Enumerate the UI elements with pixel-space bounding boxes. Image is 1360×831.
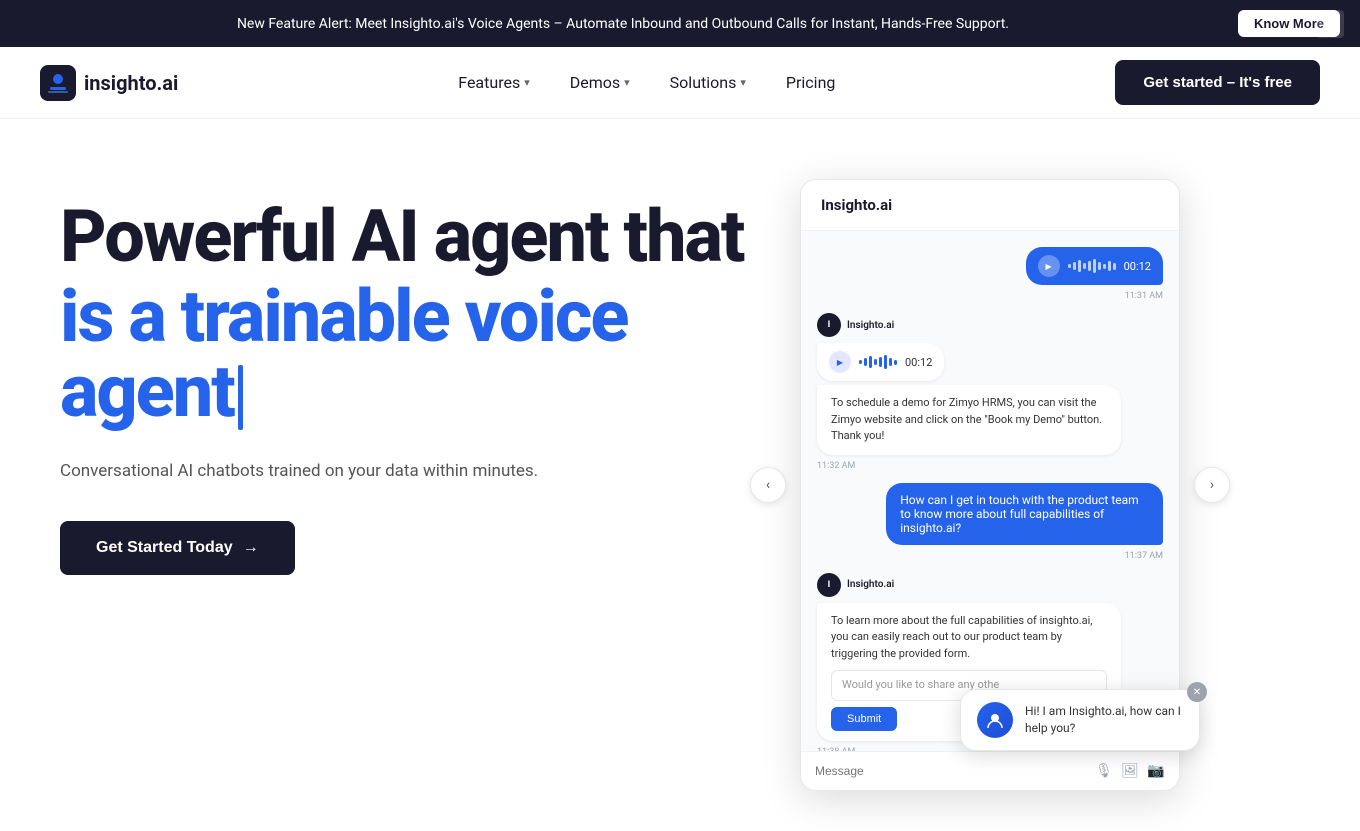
- bot-audio-bubble: ▶ 00:12: [817, 343, 944, 381]
- bot-avatar: I: [817, 313, 841, 337]
- hero-cta-button[interactable]: Get Started Today →: [60, 521, 295, 575]
- message-timestamp: 11:31 AM: [1125, 291, 1163, 301]
- bot-header: I Insighto.ai: [817, 313, 894, 337]
- microphone-icon[interactable]: 🎙: [1095, 762, 1113, 780]
- floating-chat-text: Hi! I am Insighto.ai, how can I help you…: [1025, 703, 1183, 737]
- cursor-bar: [238, 365, 243, 430]
- nav-features[interactable]: Features ▾: [442, 65, 545, 100]
- hero-right: ‹ › Insighto.ai ▶ 00:12 11:31 AM: [800, 179, 1180, 791]
- bot-message-text: To schedule a demo for Zimyo HRMS, you c…: [817, 385, 1121, 455]
- chevron-down-icon: ▾: [524, 76, 530, 89]
- message-row: I Insighto.ai ▶ 00:12 To schedule a demo…: [817, 313, 1163, 471]
- form-submit-button[interactable]: Submit: [831, 707, 897, 731]
- message-timestamp: 11:37 AM: [1125, 551, 1163, 561]
- chat-input[interactable]: [815, 764, 1087, 778]
- bot-avatar: I: [817, 573, 841, 597]
- audio-duration: 00:12: [905, 356, 932, 369]
- alert-banner: New Feature Alert: Meet Insighto.ai's Vo…: [0, 0, 1360, 47]
- message-timestamp: 11:32 AM: [817, 461, 855, 471]
- hero-dynamic-text: is a trainable voiceagent: [60, 274, 627, 435]
- chat-bot-avatar: [977, 702, 1013, 738]
- message-timestamp: 11:38 AM: [817, 747, 855, 752]
- chat-body: ▶ 00:12 11:31 AM I Insighto.ai: [801, 231, 1179, 751]
- bot-header: I Insighto.ai: [817, 573, 894, 597]
- image-icon[interactable]: 🖼: [1121, 762, 1139, 780]
- navbar: insighto.ai Features ▾ Demos ▾ Solutions…: [0, 47, 1360, 119]
- bot-name: Insighto.ai: [847, 320, 894, 331]
- audio-duration: 00:12: [1124, 260, 1151, 273]
- logo-icon: [40, 65, 76, 101]
- play-icon[interactable]: ▶: [829, 351, 851, 373]
- audio-waveform: [1068, 258, 1116, 274]
- play-icon[interactable]: ▶: [1038, 255, 1060, 277]
- hero-title-static: Powerful AI agent that: [60, 199, 760, 275]
- message-row: ▶ 00:12 11:31 AM: [817, 247, 1163, 301]
- carousel-next-button[interactable]: ›: [1194, 467, 1230, 503]
- chat-icons: 🎙 🖼 📷: [1095, 762, 1165, 780]
- nav-solutions[interactable]: Solutions ▾: [654, 65, 762, 100]
- carousel-prev-button[interactable]: ‹: [750, 467, 786, 503]
- message-row: How can I get in touch with the product …: [817, 483, 1163, 561]
- close-icon: ✕: [1323, 14, 1336, 34]
- logo-link[interactable]: insighto.ai: [40, 65, 178, 101]
- chevron-down-icon: ▾: [740, 76, 746, 89]
- user-message-text: How can I get in touch with the product …: [886, 483, 1163, 545]
- alert-close-button[interactable]: ✕: [1316, 10, 1344, 38]
- hero-title-dynamic: is a trainable voiceagent: [60, 279, 760, 430]
- nav-cta-button[interactable]: Get started – It's free: [1115, 60, 1320, 105]
- chat-header: Insighto.ai: [801, 180, 1179, 231]
- bot-name: Insighto.ai: [847, 579, 894, 590]
- camera-icon[interactable]: 📷: [1147, 762, 1165, 780]
- user-audio-bubble: ▶ 00:12: [1026, 247, 1163, 285]
- hero-cta-label: Get Started Today: [96, 539, 233, 557]
- hero-subtitle: Conversational AI chatbots trained on yo…: [60, 458, 560, 485]
- nav-demos[interactable]: Demos ▾: [554, 65, 646, 100]
- nav-links: Features ▾ Demos ▾ Solutions ▾ Pricing: [442, 65, 851, 100]
- chat-input-row: 🎙 🖼 📷: [801, 751, 1179, 790]
- audio-waveform: [859, 354, 897, 370]
- nav-pricing[interactable]: Pricing: [770, 65, 852, 100]
- logo-text: insighto.ai: [84, 71, 178, 95]
- chevron-down-icon: ▾: [624, 76, 630, 89]
- hero-left: Powerful AI agent that is a trainable vo…: [60, 179, 760, 575]
- alert-text: New Feature Alert: Meet Insighto.ai's Vo…: [20, 16, 1226, 32]
- floating-chat-close[interactable]: ✕: [1187, 682, 1207, 702]
- arrow-icon: →: [243, 539, 259, 557]
- floating-chat-widget: ✕ Hi! I am Insighto.ai, how can I help y…: [960, 689, 1200, 751]
- hero-section: Powerful AI agent that is a trainable vo…: [0, 119, 1360, 831]
